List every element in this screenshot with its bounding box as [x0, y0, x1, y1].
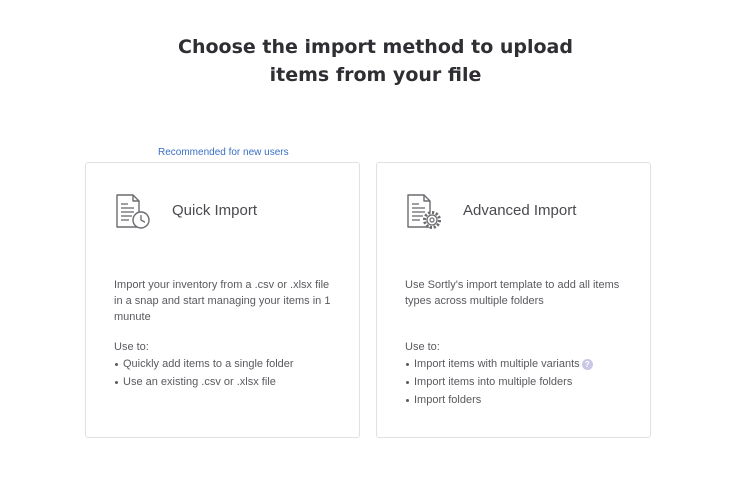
- advanced-import-use-to-label: Use to:: [405, 341, 440, 353]
- list-item: Import items into multiple folders: [405, 373, 593, 391]
- page-title-line-2: items from your file: [269, 64, 482, 86]
- quick-import-bullet-list: Quickly add items to a single folder Use…: [114, 355, 294, 391]
- advanced-import-card[interactable]: Advanced Import Use Sortly's import temp…: [376, 162, 651, 438]
- list-item: Import items with multiple variants?: [405, 355, 593, 373]
- quick-import-title: Quick Import: [172, 202, 258, 219]
- list-item-label: Import items with multiple variants: [414, 358, 580, 370]
- import-method-page: Choose the import method to upload items…: [0, 0, 751, 493]
- help-icon[interactable]: ?: [581, 359, 593, 370]
- advanced-import-bullet-list: Import items with multiple variants? Imp…: [405, 355, 593, 409]
- list-item: Use an existing .csv or .xlsx file: [114, 373, 294, 391]
- document-gear-icon: [407, 194, 441, 229]
- advanced-import-title: Advanced Import: [463, 202, 577, 219]
- page-title-line-1: Choose the import method to upload: [178, 36, 573, 58]
- advanced-import-description: Use Sortly's import template to add all …: [405, 279, 620, 307]
- quick-import-use-to-label: Use to:: [114, 341, 149, 353]
- quick-import-description: Import your inventory from a .csv or .xl…: [114, 279, 331, 323]
- document-clock-icon: [116, 194, 150, 229]
- list-item: Import folders: [405, 391, 593, 409]
- quick-import-card[interactable]: Quick Import Import your inventory from …: [85, 162, 360, 438]
- page-title: Choose the import method to upload items…: [0, 33, 751, 89]
- recommended-badge: Recommended for new users: [158, 147, 289, 158]
- list-item: Quickly add items to a single folder: [114, 355, 294, 373]
